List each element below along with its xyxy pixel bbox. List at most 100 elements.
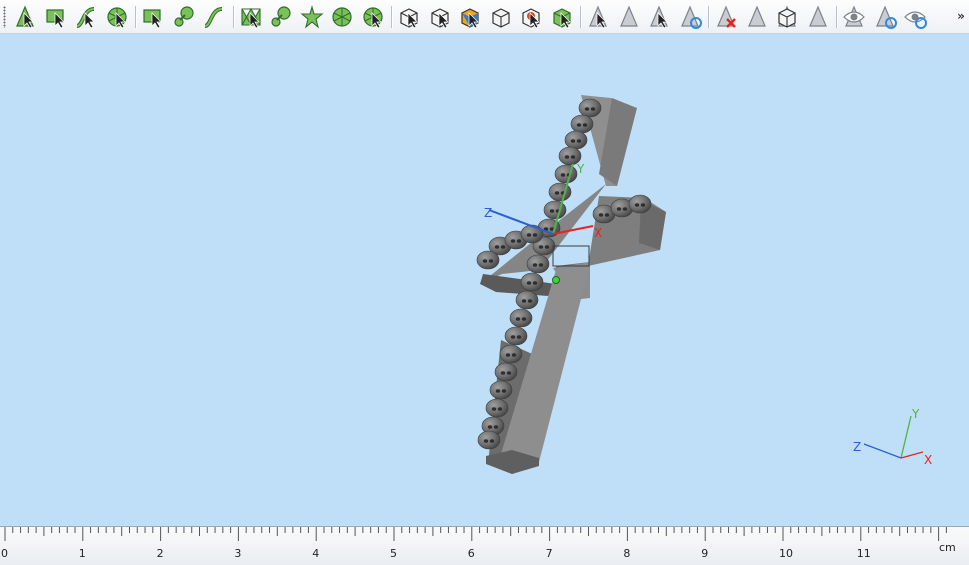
select-surface-button[interactable] — [43, 4, 69, 30]
select-face-icon — [16, 5, 34, 29]
eye-refresh-button[interactable] — [872, 4, 898, 30]
cube-select-button[interactable] — [396, 4, 422, 30]
mesh-select-icon — [240, 7, 261, 29]
rectangle-select-button[interactable] — [140, 4, 166, 30]
triangle-copy-button[interactable] — [774, 4, 800, 30]
skull-relief-bump — [520, 224, 544, 244]
triad-x-axis — [900, 451, 924, 459]
skull-relief-bump — [628, 194, 652, 214]
gizmo-x-label: X — [594, 226, 602, 240]
radial-cut-button[interactable] — [360, 4, 386, 30]
triangle-button[interactable] — [585, 4, 611, 30]
skull-relief-bump — [554, 164, 578, 184]
skull-relief-bump — [578, 98, 602, 118]
gizmo-y-label: Y — [576, 162, 585, 176]
cube-wire-icon — [491, 8, 510, 28]
rectangle-select-icon — [143, 9, 162, 29]
triangle-delete-button[interactable] — [713, 4, 739, 30]
star-select-button[interactable] — [299, 4, 325, 30]
cube-green-icon — [552, 8, 571, 29]
gizmo-z-label: Z — [484, 206, 492, 220]
triangle-cursor-button[interactable] — [646, 4, 672, 30]
orientation-triad: Y X Z — [853, 407, 932, 467]
cube-orange-icon — [461, 8, 479, 29]
select-curve-surface-button[interactable] — [73, 4, 99, 30]
toolbar-separator — [580, 6, 582, 28]
skull-relief-bump — [476, 250, 500, 270]
triangle-dim-icon — [808, 5, 827, 27]
cube-face-icon — [430, 8, 449, 29]
skull-relief-bump — [509, 308, 533, 328]
ruler-label: 6 — [467, 547, 475, 560]
eye-hide-icon — [843, 5, 865, 27]
select-surface-icon — [45, 9, 65, 29]
ruler-ticks — [4, 527, 947, 541]
skull-relief-bump — [504, 326, 528, 346]
eye-hide-button[interactable] — [841, 4, 867, 30]
triangle-gray-icon — [747, 5, 766, 27]
toolbar-separator — [135, 6, 137, 28]
triad-y-label: Y — [911, 407, 920, 421]
toolbar-grip[interactable] — [3, 6, 6, 28]
curve-select-button[interactable] — [201, 4, 227, 30]
select-face-button[interactable] — [12, 4, 38, 30]
cross-model[interactable]: Y X Z — [476, 95, 666, 474]
cube-wire-button[interactable] — [488, 4, 514, 30]
eye-show-icon — [904, 11, 927, 29]
split-icon — [271, 6, 291, 27]
select-circle-face-button[interactable] — [104, 4, 130, 30]
triad-y-axis — [900, 415, 912, 459]
triangle-delete-icon — [717, 5, 736, 28]
toolbar-separator — [836, 6, 838, 28]
ruler-label: 2 — [156, 547, 164, 560]
skull-relief-bump — [485, 398, 509, 418]
ruler-label: 9 — [701, 547, 709, 560]
skull-relief-bump — [526, 254, 550, 274]
triangle-refresh-button[interactable] — [677, 4, 703, 30]
mesh-select-button[interactable] — [238, 4, 264, 30]
toolbar-separator — [391, 6, 393, 28]
cube-face-button[interactable] — [427, 4, 453, 30]
triangle-dim-button[interactable] — [805, 4, 831, 30]
cube-green-button[interactable] — [549, 4, 575, 30]
triangle-refresh-icon — [680, 5, 702, 29]
toolbar-separator — [708, 6, 710, 28]
toolbar: » — [0, 0, 969, 34]
curve-select-icon — [204, 7, 223, 28]
skull-relief-bump — [494, 362, 518, 382]
triangle-copy-icon — [778, 5, 796, 28]
toolbar-overflow-button[interactable]: » — [955, 8, 967, 24]
ruler-label: 8 — [623, 547, 631, 560]
ruler-label: 7 — [545, 547, 553, 560]
blob-select-button[interactable] — [171, 4, 197, 30]
skull-relief-bump — [543, 200, 567, 220]
viewport-canvas[interactable]: Y X Z Y X Z — [0, 34, 969, 526]
ruler-label: 11 — [856, 547, 871, 560]
triad-z-axis — [863, 443, 902, 459]
ruler-label: 3 — [234, 547, 242, 560]
select-circle-face-icon — [106, 7, 127, 29]
ruler-unit: cm — [939, 541, 956, 554]
cube-orange-button[interactable] — [457, 4, 483, 30]
triad-z-label: Z — [853, 440, 861, 454]
3d-viewport[interactable]: Y X Z Y X Z — [0, 34, 969, 526]
eye-refresh-icon — [875, 5, 897, 29]
toolbar-separator — [232, 6, 235, 28]
triangle-cursor-icon — [650, 5, 668, 29]
ruler-label: 10 — [779, 547, 793, 560]
split-button[interactable] — [268, 4, 294, 30]
cube-red-button[interactable] — [518, 4, 544, 30]
ruler-label: 0 — [1, 547, 8, 560]
cross-arm-bottom — [480, 274, 556, 296]
pivot-handle[interactable] — [552, 276, 560, 284]
ruler-label: 1 — [78, 547, 86, 560]
triangle-icon — [589, 5, 607, 29]
triad-x-label: X — [924, 453, 932, 467]
radial-select-button[interactable] — [329, 4, 355, 30]
skull-relief-bump — [489, 380, 513, 400]
triangle-gray-button[interactable] — [744, 4, 770, 30]
skull-relief-bump — [499, 344, 523, 364]
skull-relief-bump — [570, 114, 594, 134]
eye-show-button[interactable] — [902, 4, 928, 30]
triangle-edit-button[interactable] — [616, 4, 642, 30]
